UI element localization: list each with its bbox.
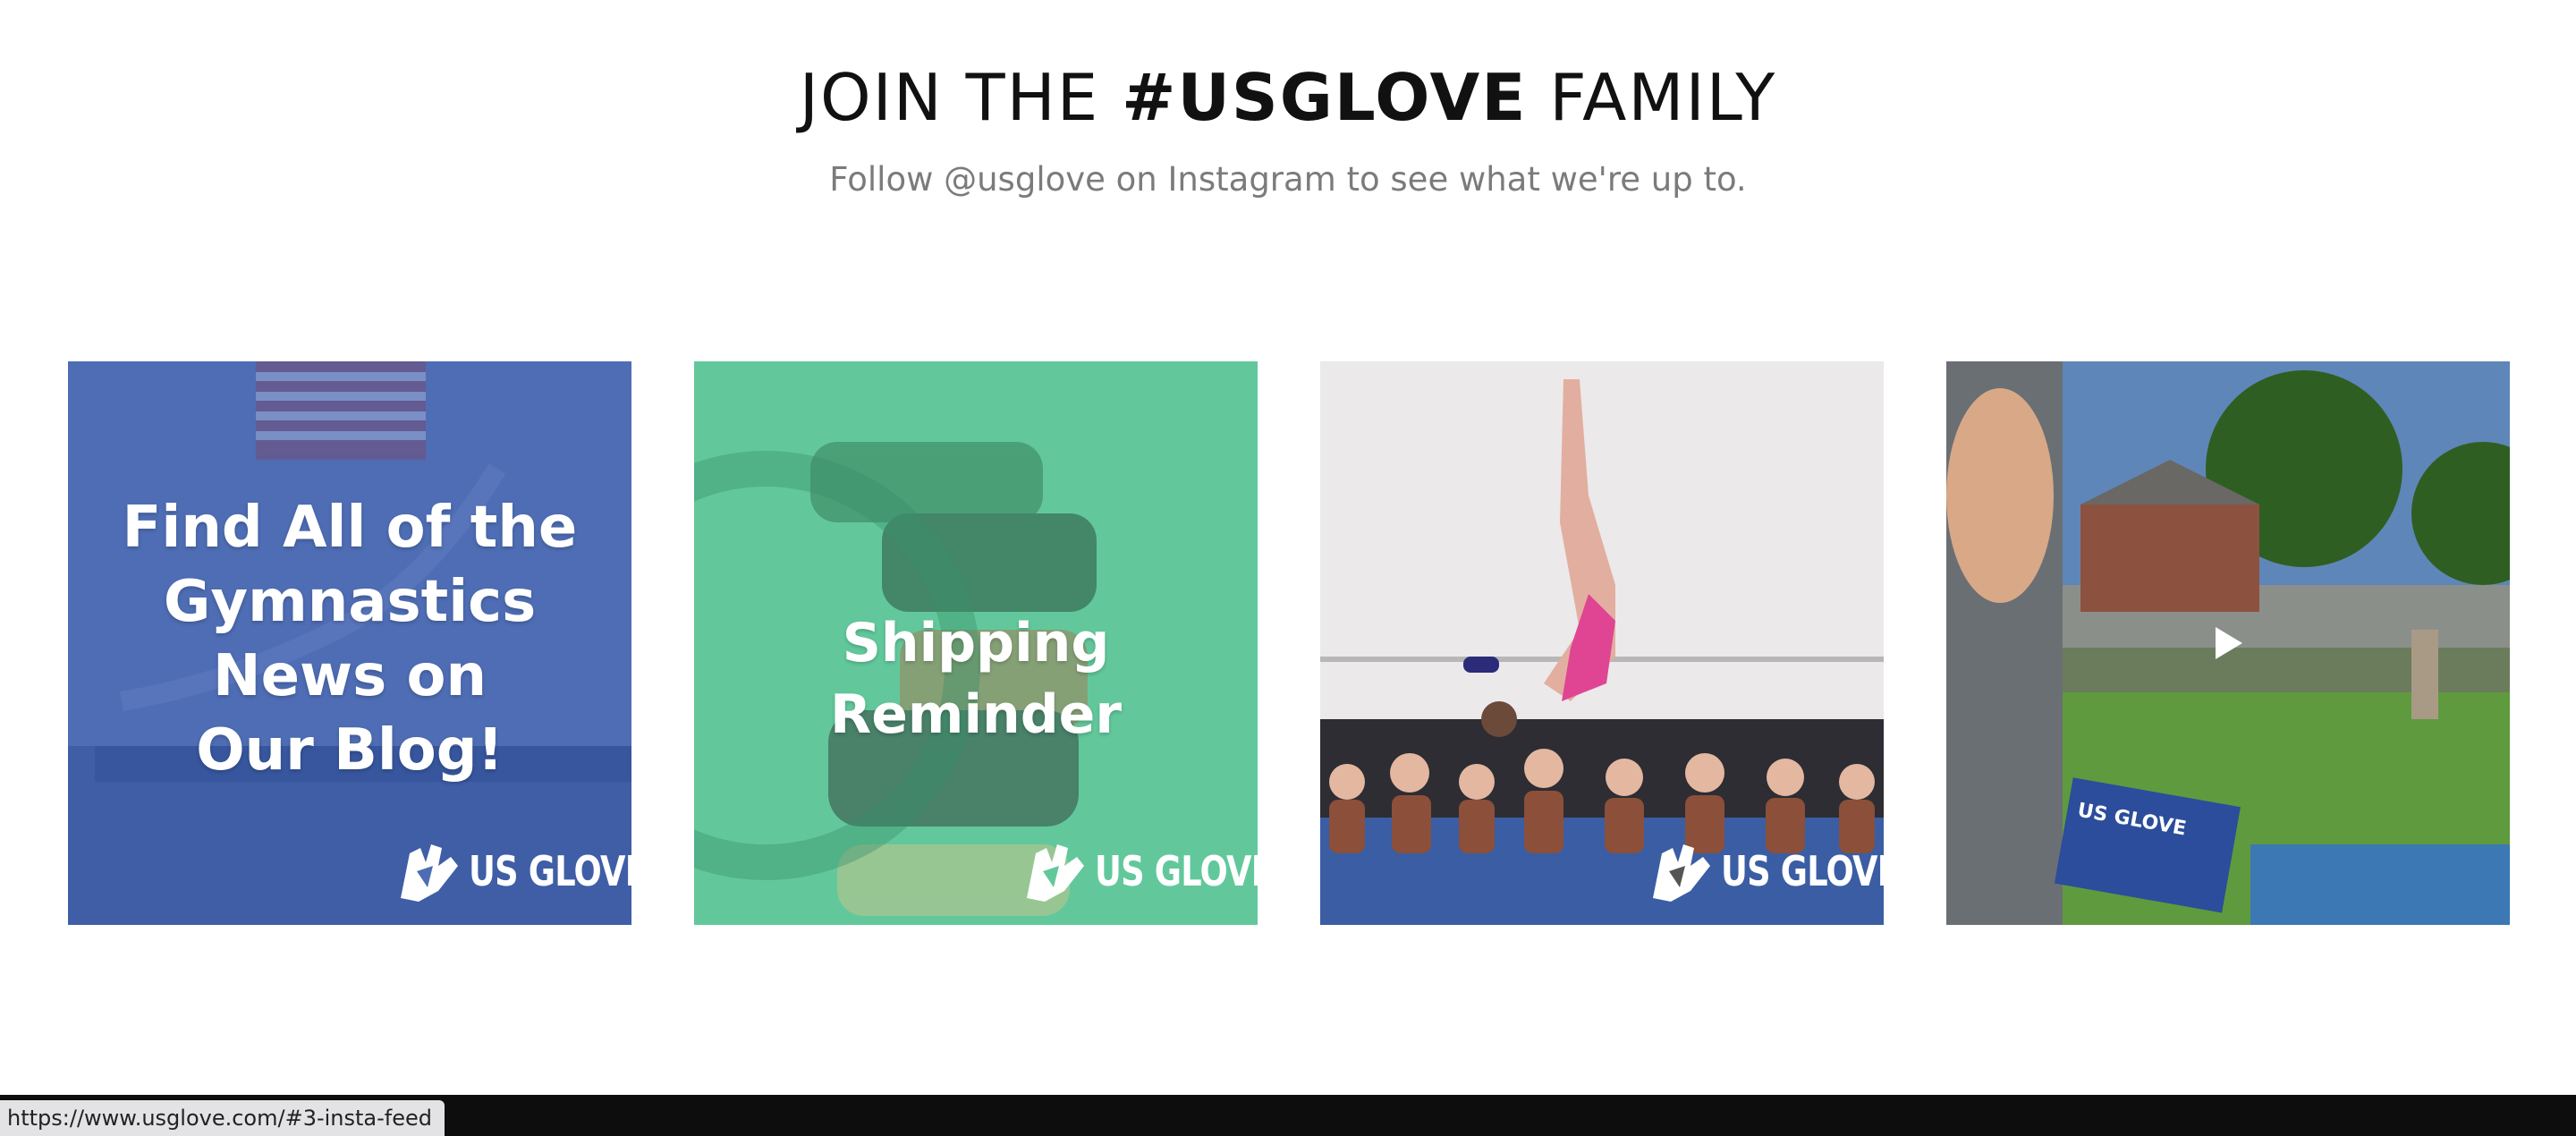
heading-hashtag: #USGLOVE [1122, 60, 1528, 135]
section-heading: JOIN THE #USGLOVE FAMILY [0, 57, 2576, 138]
overlay-line-3: News on [213, 643, 487, 709]
glove-hand-icon [1653, 844, 1710, 902]
brand-wordmark: US GLOVE [1721, 847, 1884, 895]
instagram-post-blog[interactable]: Find All of the Gymnastics News on Our B… [68, 361, 631, 925]
overlay-line-4: Our Blog! [196, 717, 504, 784]
play-icon[interactable] [2210, 625, 2246, 661]
shipping-overlay-text: Shipping Reminder [830, 612, 1122, 746]
status-url: https://www.usglove.com/#3-insta-feed [0, 1100, 445, 1136]
overlay-line-2: Gymnastics [163, 569, 537, 635]
heading-post: FAMILY [1527, 60, 1777, 135]
us-glove-logo: US GLOVE [1018, 835, 1258, 907]
glove-hand-icon [401, 844, 458, 902]
brand-wordmark: US GLOVE [469, 847, 631, 895]
blog-overlay-text: Find All of the Gymnastics News on Our B… [68, 491, 631, 788]
heading-pre: JOIN THE [799, 60, 1123, 135]
us-glove-logo: US GLOVE [392, 835, 631, 907]
instagram-post-video[interactable]: US GLOVE [1946, 361, 2510, 925]
overlay-line-1: Find All of the [122, 495, 578, 561]
section-subtitle: Follow @usglove on Instagram to see what… [829, 160, 1747, 199]
us-glove-logo: US GLOVE [1644, 835, 1884, 907]
instagram-post-shipping[interactable]: Shipping Reminder US GLOVE [694, 361, 1258, 925]
brand-wordmark: US GLOVE [1095, 847, 1258, 895]
glove-hand-icon [1027, 844, 1084, 902]
instagram-post-gymnast[interactable]: US GLOVE [1320, 361, 1884, 925]
